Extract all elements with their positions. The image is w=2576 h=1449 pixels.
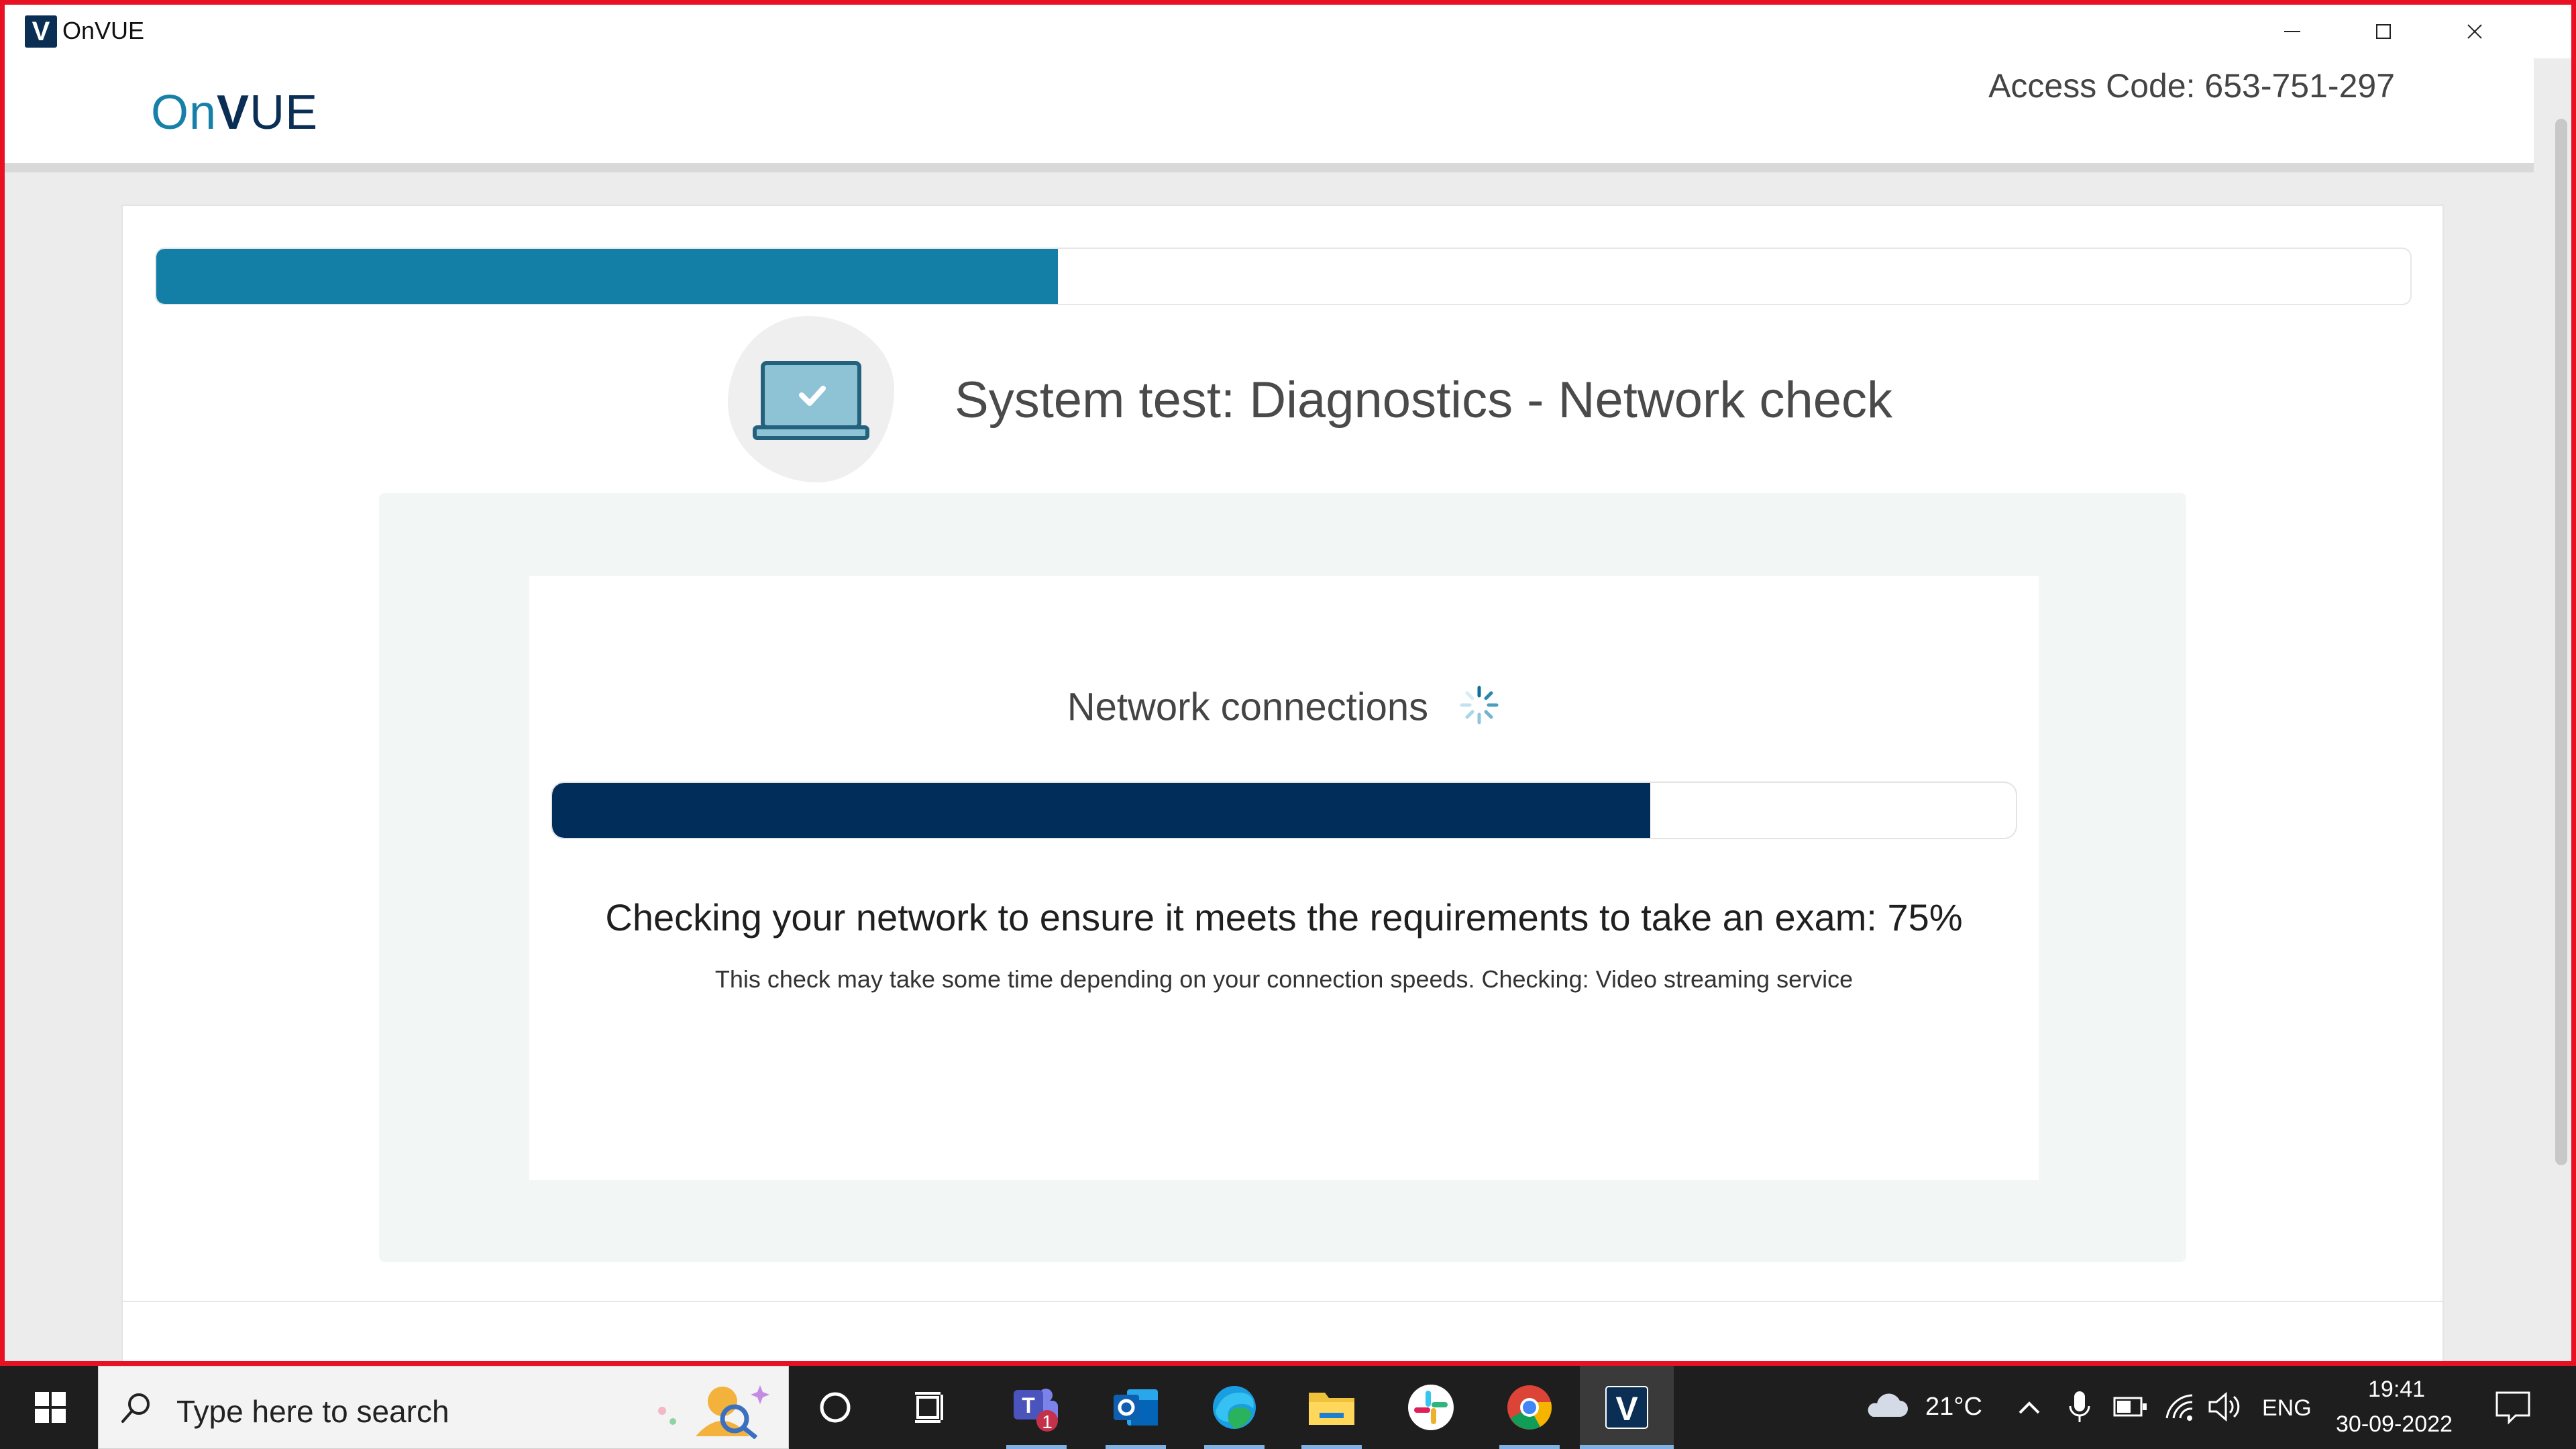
task-view-icon (915, 1392, 943, 1423)
close-button[interactable] (2434, 10, 2515, 53)
loading-spinner-icon (1458, 684, 1501, 736)
maximize-icon (2376, 24, 2391, 39)
volume-icon[interactable] (2207, 1391, 2245, 1422)
edge-icon (1213, 1386, 1256, 1429)
network-progress-fill (552, 783, 1650, 838)
network-connections-label: Network connections (1067, 685, 1429, 729)
title-bar: V OnVUE (5, 5, 2571, 58)
teams-icon: T 1 (1014, 1389, 1058, 1432)
page-title: System test: Diagnostics - Network check (955, 372, 1892, 429)
laptop-icon-badge (728, 316, 894, 482)
windows-taskbar: Type here to search T 1 V 21°C ENG 19:41… (0, 1366, 2576, 1449)
search-placeholder: Type here to search (176, 1394, 449, 1429)
system-test-card: System test: Diagnostics - Network check… (121, 205, 2444, 1361)
onvue-taskbar-button[interactable]: V (1580, 1366, 1674, 1449)
app-header: OnVUE Access Code: 653-751-297 (5, 58, 2534, 172)
task-view-button[interactable] (896, 1366, 969, 1449)
wifi-icon[interactable] (2163, 1391, 2196, 1422)
edge-running-indicator (1204, 1445, 1265, 1449)
windows-logo-icon (35, 1392, 66, 1423)
minimize-button[interactable] (2252, 10, 2332, 53)
cortana-button[interactable] (798, 1366, 872, 1449)
clock-time[interactable]: 19:41 (2368, 1377, 2425, 1403)
onvue-running-indicator (1580, 1445, 1674, 1449)
chrome-button[interactable] (1493, 1366, 1566, 1449)
close-icon (2467, 24, 2482, 39)
overall-progress-bar (155, 248, 2412, 305)
network-check-box: Network connections Checking your networ… (529, 576, 2039, 1180)
card-footer-divider (123, 1301, 2443, 1302)
search-icon (121, 1393, 150, 1423)
edge-button[interactable] (1197, 1366, 1271, 1449)
battery-icon[interactable] (2113, 1395, 2148, 1418)
cortana-icon (820, 1392, 851, 1423)
access-code: Access Code: 653-751-297 (1988, 67, 2395, 105)
maximize-button[interactable] (2343, 10, 2424, 53)
overall-progress-fill (156, 249, 1058, 304)
scrollbar-thumb[interactable] (2555, 119, 2567, 1165)
weather-temperature[interactable]: 21°C (1925, 1393, 1982, 1421)
taskbar-search-box[interactable]: Type here to search (98, 1366, 789, 1449)
file-explorer-icon (1309, 1393, 1354, 1425)
laptop-check-icon (753, 361, 869, 440)
teams-running-indicator (1006, 1445, 1067, 1449)
network-progress-bar (551, 782, 2017, 839)
clock-date[interactable]: 30-09-2022 (2336, 1411, 2453, 1438)
network-check-panel: Network connections Checking your networ… (379, 493, 2186, 1262)
network-check-message: Checking your network to ensure it meets… (605, 896, 1963, 938)
chrome-icon (1507, 1385, 1552, 1430)
slack-button[interactable] (1394, 1366, 1468, 1449)
search-highlight-icon (658, 1385, 769, 1439)
network-check-submessage: This check may take some time depending … (714, 965, 1854, 993)
onvue-logo: OnVUE (151, 86, 319, 140)
explorer-running-indicator (1301, 1445, 1362, 1449)
start-button[interactable] (13, 1366, 87, 1449)
input-language[interactable]: ENG (2262, 1395, 2312, 1421)
vertical-scrollbar[interactable] (2551, 58, 2571, 1333)
weather-cloud-icon[interactable] (1862, 1390, 1909, 1419)
slack-icon (1408, 1385, 1454, 1430)
file-explorer-button[interactable] (1295, 1366, 1368, 1449)
window-title: OnVUE (62, 17, 145, 44)
show-hidden-icons-chevron-icon[interactable] (2016, 1397, 2043, 1418)
notifications-icon[interactable] (2494, 1390, 2532, 1425)
outlook-icon (1114, 1389, 1158, 1426)
minimize-icon (2284, 31, 2300, 32)
outlook-button[interactable] (1099, 1366, 1173, 1449)
outlook-running-indicator (1106, 1445, 1166, 1449)
svg-text:T: T (1022, 1393, 1035, 1417)
teams-badge: 1 (1042, 1411, 1053, 1432)
teams-button[interactable]: T 1 (1000, 1366, 1073, 1449)
onvue-icon: V (1605, 1386, 1648, 1429)
microphone-icon[interactable] (2068, 1390, 2092, 1425)
svg-text:V: V (1615, 1390, 1638, 1428)
network-connections-title: Network connections (529, 684, 2039, 736)
onvue-app-icon: V (25, 15, 57, 48)
onvue-window: V OnVUE OnVUE Access Code: 653-751-297 S… (0, 0, 2576, 1366)
chrome-running-indicator (1499, 1445, 1560, 1449)
